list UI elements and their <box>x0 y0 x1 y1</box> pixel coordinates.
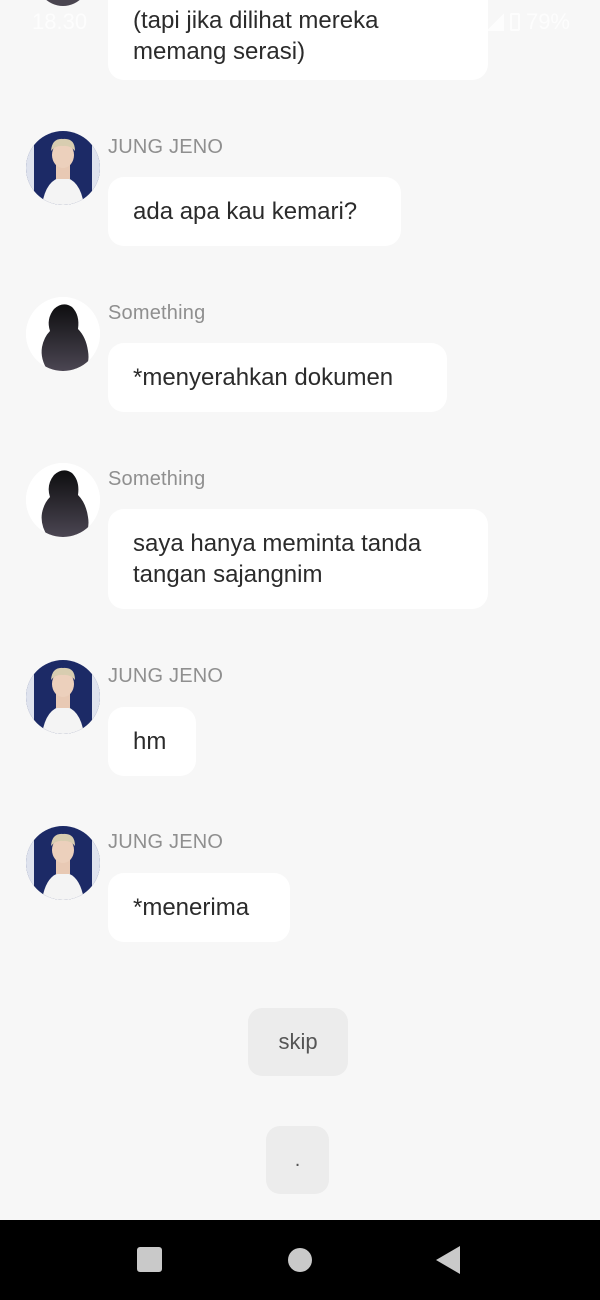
jeno-avatar[interactable] <box>26 131 100 205</box>
battery-percent: 79% <box>525 9 570 34</box>
home-circle-icon[interactable] <box>288 1248 312 1272</box>
back-triangle-icon[interactable] <box>436 1246 460 1274</box>
jeno-avatar[interactable] <box>26 826 100 900</box>
sender-name: Something <box>108 302 206 324</box>
message-bubble: ada apa kau kemari? <box>108 177 401 246</box>
continue-button[interactable]: . <box>266 1126 329 1194</box>
jeno-avatar[interactable] <box>26 660 100 734</box>
message-bubble: *menerima <box>108 873 290 942</box>
sender-name: JUNG JENO <box>108 136 224 158</box>
silhouette-avatar[interactable] <box>26 297 100 371</box>
message-line: saya hanya meminta tanda <box>133 530 422 557</box>
message-line: hm <box>133 728 167 755</box>
navigation-bar <box>0 1220 600 1300</box>
message-line: *menerima <box>133 894 250 921</box>
message-line: ada apa kau kemari? <box>133 198 358 225</box>
message-bubble: hm <box>108 707 196 776</box>
skip-button[interactable]: skip <box>248 1008 348 1076</box>
recents-square-icon[interactable] <box>137 1247 162 1272</box>
battery-icon <box>509 13 520 31</box>
sender-name: Something <box>108 468 206 490</box>
sender-name: JUNG JENO <box>108 831 224 853</box>
message-line: tangan sajangnim <box>133 561 323 588</box>
signal-icon <box>485 13 504 31</box>
status-right: 79% <box>485 9 570 35</box>
chat-screen: 18.30 79% (tapi jika dilihat mereka mema… <box>0 0 600 1300</box>
silhouette-avatar[interactable] <box>26 463 100 537</box>
message-line: *menyerahkan dokumen <box>133 364 394 391</box>
sender-name: JUNG JENO <box>108 665 224 687</box>
silhouette-avatar <box>34 0 92 6</box>
message-bubble: *menyerahkan dokumen <box>108 343 447 412</box>
message-line: (tapi jika dilihat mereka <box>133 7 379 34</box>
message-bubble: (tapi jika dilihat mereka memang serasi) <box>108 0 488 80</box>
message-bubble: saya hanya meminta tanda tangan sajangni… <box>108 509 488 609</box>
status-time: 18.30 <box>32 9 88 34</box>
message-line: memang serasi) <box>133 38 306 65</box>
